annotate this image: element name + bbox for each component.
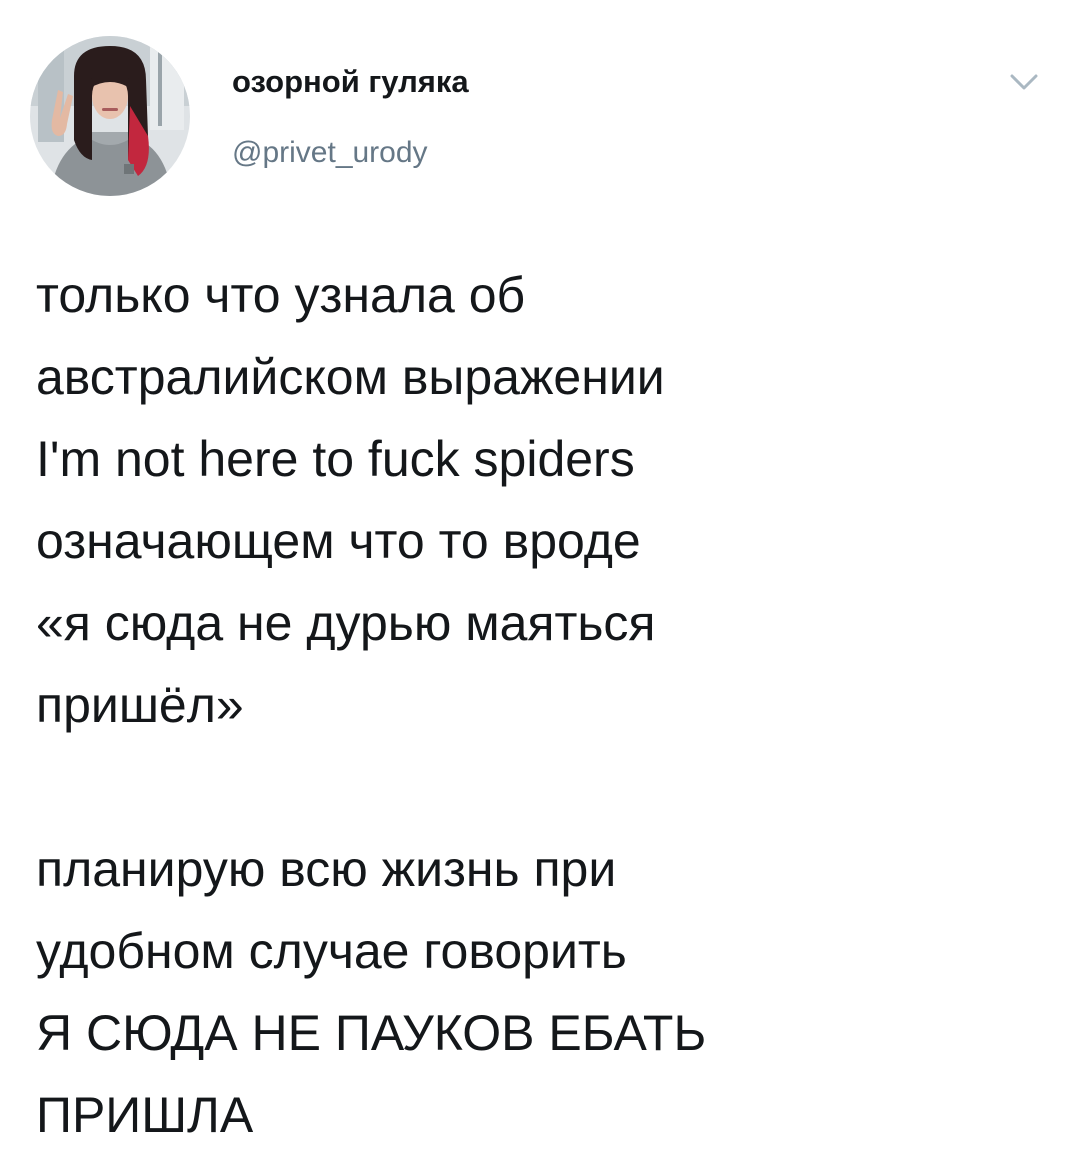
avatar[interactable] <box>30 36 190 196</box>
tweet: озорной гуляка @privet_urody только что … <box>0 0 1075 1173</box>
tweet-text-line: только что узнала об <box>36 267 526 323</box>
tweet-text-line: австралийском выражении <box>36 349 665 405</box>
tweet-text-line: I'm not here to fuck spiders <box>36 431 635 487</box>
tweet-text-line: Я СЮДА НЕ ПАУКОВ ЕБАТЬ <box>36 1005 707 1061</box>
author-display-name[interactable]: озорной гуляка <box>232 64 469 100</box>
tweet-text-line: удобном случае говорить <box>36 923 627 979</box>
tweet-text-line: означающем что то вроде <box>36 513 641 569</box>
paragraph-break <box>36 746 1046 828</box>
tweet-text-line: планирую всю жизнь при <box>36 841 617 897</box>
tweet-text: только что узнала об австралийском выраж… <box>36 254 1046 1156</box>
tweet-text-line: ПРИШЛА <box>36 1087 254 1143</box>
chevron-down-icon[interactable] <box>1004 62 1044 102</box>
author-handle[interactable]: @privet_urody <box>232 136 428 170</box>
tweet-text-line: «я сюда не дурью маяться <box>36 595 656 651</box>
tweet-text-line: пришёл» <box>36 677 244 733</box>
avatar-image <box>30 36 190 196</box>
